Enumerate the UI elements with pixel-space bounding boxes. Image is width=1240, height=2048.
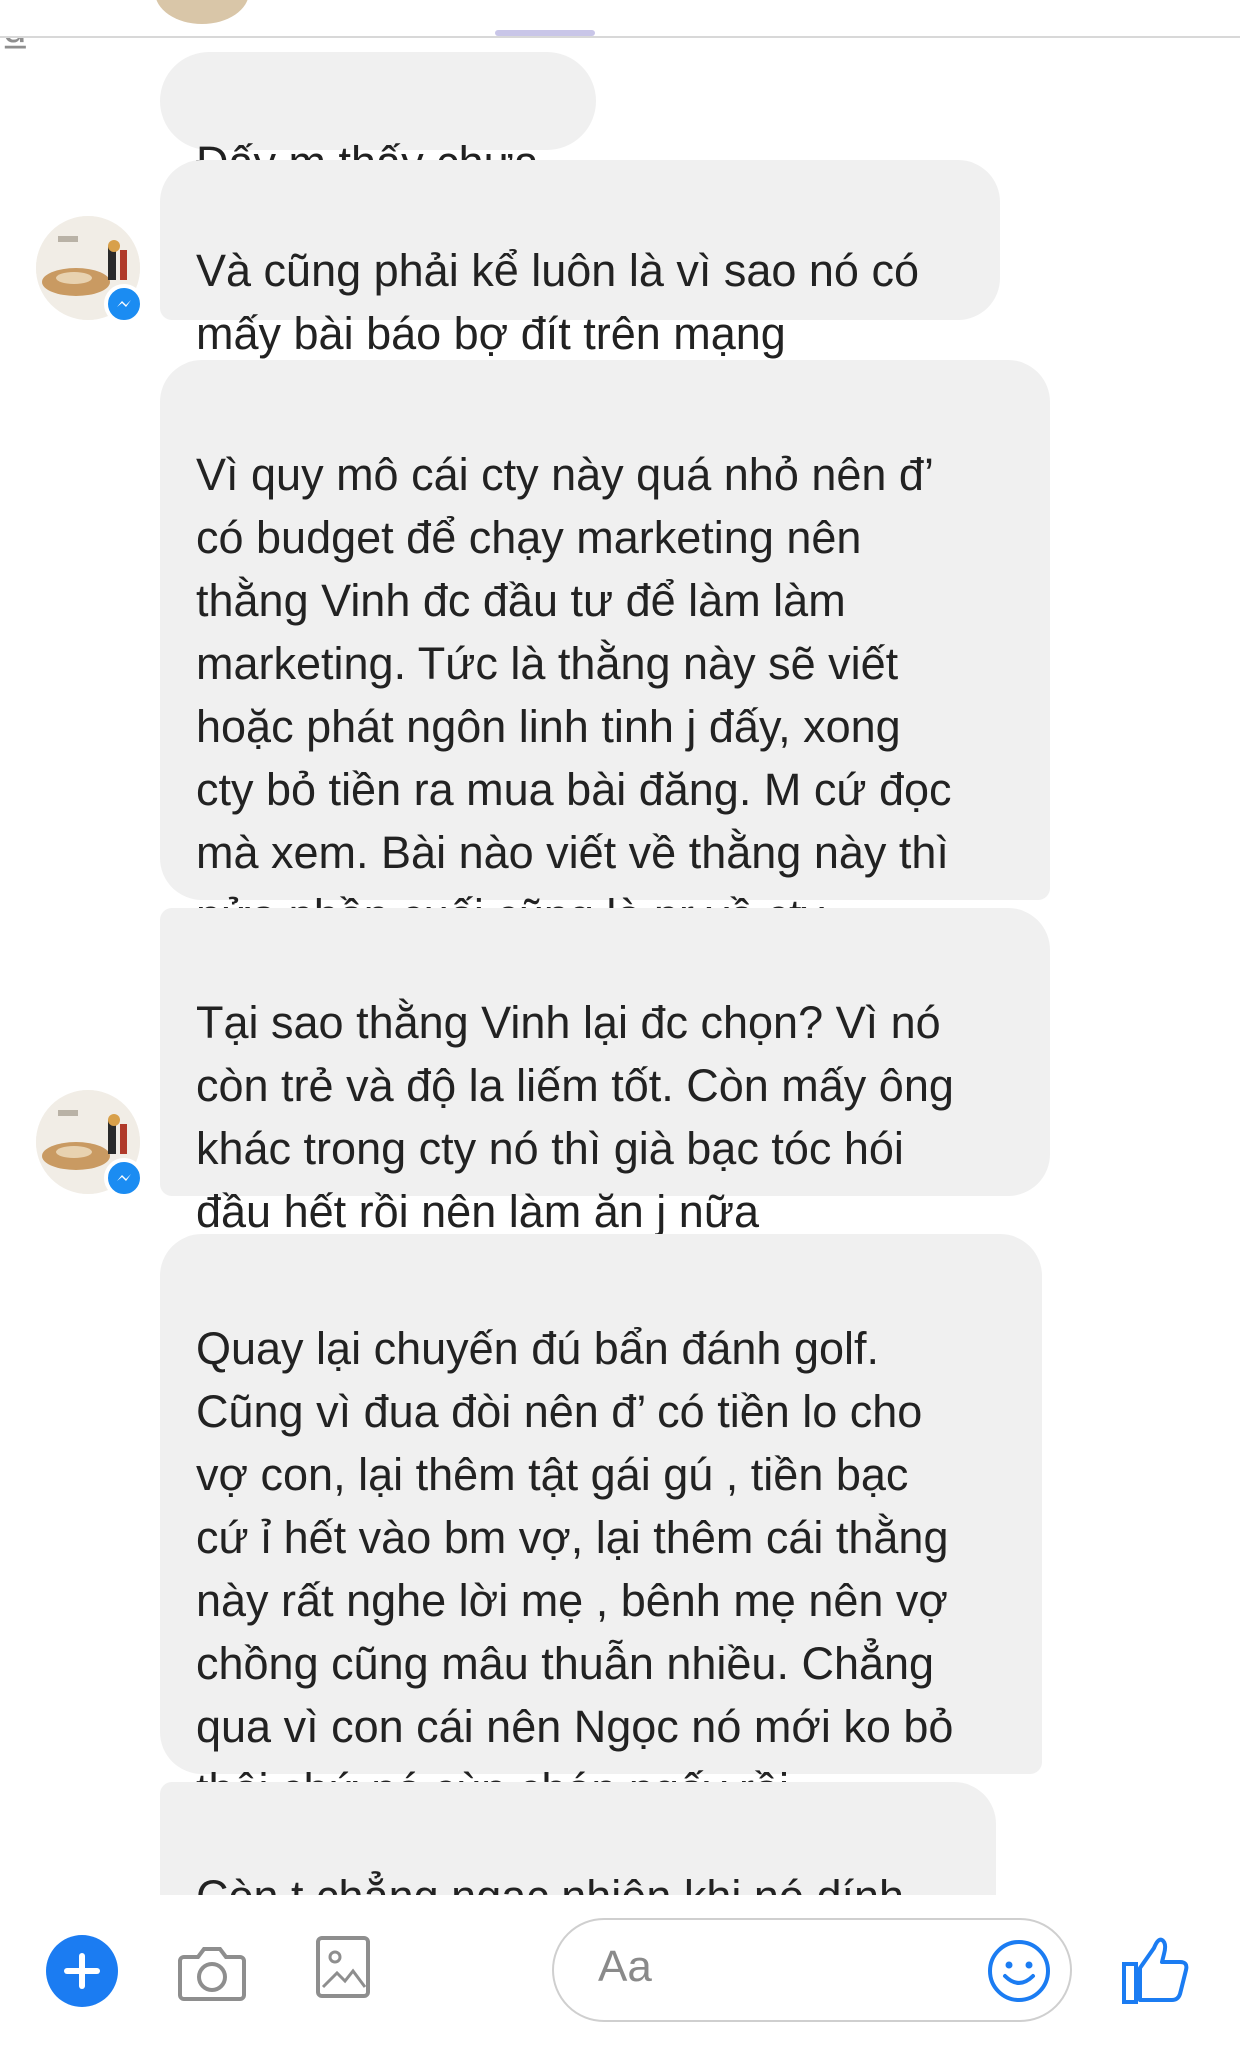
message-thread[interactable]: Đấy m thấy chưa Và cũng phải kể luôn là … <box>0 0 1240 1895</box>
message-input-placeholder: Aa <box>598 1942 652 1991</box>
camera-icon[interactable] <box>176 1935 248 2007</box>
message-bubble[interactable]: Vì quy mô cái cty này quá nhỏ nên đ’ có … <box>160 360 1050 941</box>
message-bubble[interactable]: Đấy m thấy chưa <box>160 52 596 188</box>
message-text: Và cũng phải kể luôn là vì sao nó có mấy… <box>196 245 919 359</box>
sender-avatar[interactable] <box>36 216 144 324</box>
messenger-badge-icon <box>104 1158 144 1198</box>
message-text: Tại sao thằng Vinh lại đc chọn? Vì nó cò… <box>196 997 954 1237</box>
message-bubble[interactable]: Quay lại chuyến đú bẩn đánh golf. Cũng v… <box>160 1234 1042 1815</box>
sender-avatar[interactable] <box>36 1090 144 1198</box>
message-bubble[interactable]: Và cũng phải kể luôn là vì sao nó có mấy… <box>160 160 1000 359</box>
message-text: Còn t chẳng ngạc nhiên khi nó dính vào c… <box>196 1865 960 1895</box>
message-text: Quay lại chuyến đú bẩn đánh golf. Cũng v… <box>196 1323 954 1815</box>
thumbs-up-icon[interactable] <box>1120 1930 1192 2006</box>
image-icon[interactable] <box>315 1935 371 1999</box>
message-bubble[interactable]: Còn t chẳng ngạc nhiên khi nó dính vào c… <box>160 1782 996 1895</box>
message-bubble[interactable]: Tại sao thằng Vinh lại đc chọn? Vì nó cò… <box>160 908 1050 1237</box>
plus-icon[interactable] <box>46 1935 118 2007</box>
message-text: Vì quy mô cái cty này quá nhỏ nên đ’ có … <box>196 449 952 941</box>
emoji-icon[interactable] <box>986 1938 1052 2004</box>
messenger-badge-icon <box>104 284 144 324</box>
